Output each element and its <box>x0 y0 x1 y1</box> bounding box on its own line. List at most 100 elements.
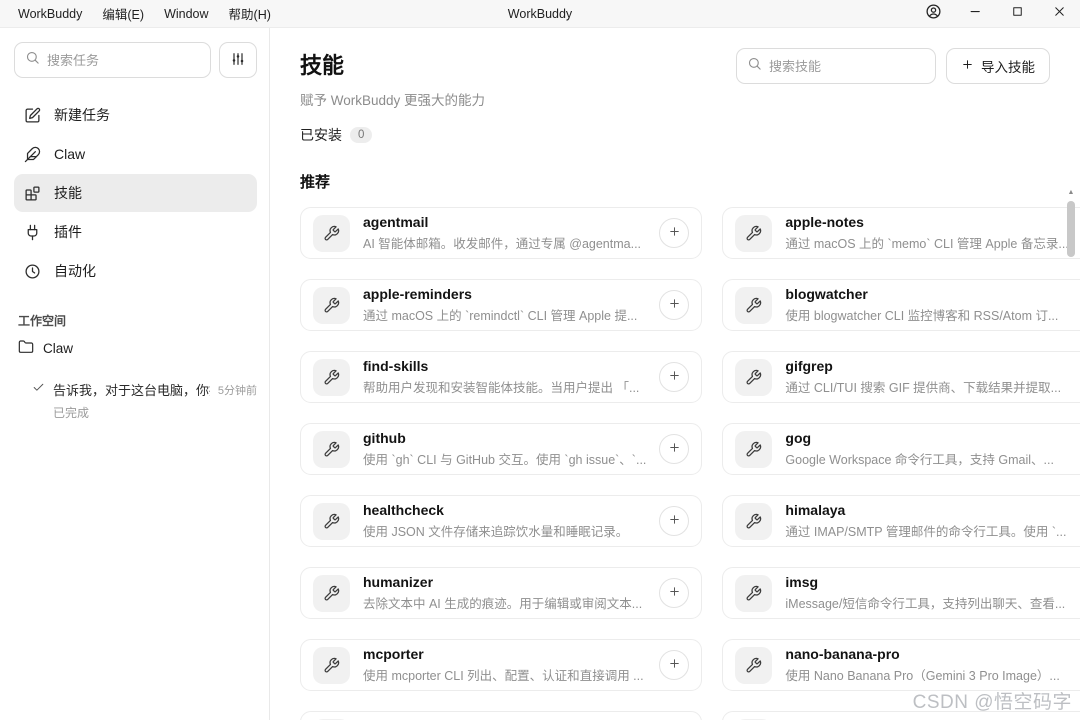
workspace-heading: 工作空间 <box>18 312 257 329</box>
menu-item[interactable]: WorkBuddy <box>8 3 92 25</box>
sidebar-item-label: 新建任务 <box>54 105 110 125</box>
sidebar-item-label: 技能 <box>54 183 82 203</box>
menu-item[interactable]: Window <box>154 3 218 25</box>
account-button[interactable] <box>912 0 954 28</box>
wrench-icon <box>735 647 772 684</box>
skill-description: 使用 mcporter CLI 列出、配置、认证和直接调用 ... <box>363 665 646 684</box>
skill-name: gifgrep <box>785 358 1068 375</box>
wrench-icon <box>313 575 350 612</box>
sidebar-item-claw[interactable]: Claw <box>14 135 257 173</box>
scrollbar-thumb[interactable] <box>1067 201 1075 257</box>
sidebar-item-automation[interactable]: 自动化 <box>14 252 257 290</box>
workspace-project[interactable]: Claw <box>18 339 257 358</box>
skill-name: find-skills <box>363 358 646 375</box>
skill-card[interactable]: apple-reminders 通过 macOS 上的 `remindctl` … <box>300 279 702 331</box>
skill-card[interactable]: blogwatcher 使用 blogwatcher CLI 监控博客和 RSS… <box>722 279 1080 331</box>
maximize-button[interactable] <box>996 0 1038 28</box>
skill-card[interactable]: imsg iMessage/短信命令行工具，支持列出聊天、查看... <box>722 567 1080 619</box>
wrench-icon <box>735 359 772 396</box>
skills-page: 技能 赋予 WorkBuddy 更强大的能力 导入技能 已安装 0 推荐 <box>270 28 1080 720</box>
skill-name: blogwatcher <box>785 286 1068 303</box>
maximize-icon <box>1010 4 1025 24</box>
page-subtitle: 赋予 WorkBuddy 更强大的能力 <box>300 89 1052 109</box>
scrollbar[interactable]: ▲ <box>1065 188 1077 720</box>
skill-card[interactable]: github 使用 `gh` CLI 与 GitHub 交互。使用 `gh is… <box>300 423 702 475</box>
skill-description: 通过 CLI/TUI 搜索 GIF 提供商、下载结果并提取... <box>785 377 1068 396</box>
titlebar: WorkBuddy 编辑(E) Window 帮助(H) WorkBuddy <box>0 0 1080 28</box>
plus-icon <box>668 369 681 385</box>
workspace-project-label: Claw <box>43 341 73 356</box>
add-skill-button[interactable] <box>659 434 689 464</box>
menu-item[interactable]: 编辑(E) <box>92 0 154 27</box>
folder-icon <box>18 339 34 358</box>
skill-card[interactable]: humanizer 去除文本中 AI 生成的痕迹。用于编辑或审阅文本... <box>300 567 702 619</box>
skill-name: agentmail <box>363 214 646 231</box>
skill-description: 使用 Nano Banana Pro（Gemini 3 Pro Image）..… <box>785 665 1068 684</box>
skill-card[interactable]: apple-notes 通过 macOS 上的 `memo` CLI 管理 Ap… <box>722 207 1080 259</box>
add-skill-button[interactable] <box>659 578 689 608</box>
feather-icon <box>24 146 41 163</box>
minimize-button[interactable] <box>954 0 996 28</box>
sidebar-item-label: 自动化 <box>54 261 96 281</box>
skill-search-input[interactable] <box>769 59 925 74</box>
wrench-icon <box>735 575 772 612</box>
sidebar-item-skills[interactable]: 技能 <box>14 174 257 212</box>
skill-card[interactable]: find-skills 帮助用户发现和安装智能体技能。当用户提出 「... <box>300 351 702 403</box>
plus-icon <box>668 441 681 457</box>
menu-item[interactable]: 帮助(H) <box>219 0 281 27</box>
add-skill-button[interactable] <box>659 506 689 536</box>
skill-description: 去除文本中 AI 生成的痕迹。用于编辑或审阅文本... <box>363 593 646 612</box>
add-skill-button[interactable] <box>659 362 689 392</box>
sliders-icon <box>230 51 246 70</box>
add-skill-button[interactable] <box>659 290 689 320</box>
sidebar-item-label: 插件 <box>54 222 82 242</box>
user-circle-icon <box>925 3 942 25</box>
close-button[interactable] <box>1038 0 1080 28</box>
skill-description: AI 智能体邮箱。收发邮件，通过专属 @agentma... <box>363 233 646 252</box>
skill-card[interactable]: obsidian <box>722 711 1080 720</box>
sidebar-item-label: Claw <box>54 146 85 162</box>
skill-name: github <box>363 430 646 447</box>
sidebar-item-plugins[interactable]: 插件 <box>14 213 257 251</box>
window-title: WorkBuddy <box>508 7 572 21</box>
installed-section-header[interactable]: 已安装 0 <box>300 125 1052 145</box>
skill-description: 通过 macOS 上的 `remindctl` CLI 管理 Apple 提..… <box>363 305 646 324</box>
skill-card[interactable]: mcporter 使用 mcporter CLI 列出、配置、认证和直接调用 .… <box>300 639 702 691</box>
wrench-icon <box>735 503 772 540</box>
skill-card[interactable]: gifgrep 通过 CLI/TUI 搜索 GIF 提供商、下载结果并提取... <box>722 351 1080 403</box>
import-skill-button[interactable]: 导入技能 <box>946 48 1050 84</box>
add-skill-button[interactable] <box>659 218 689 248</box>
skill-search-box <box>736 48 936 84</box>
skill-name: apple-notes <box>785 214 1068 231</box>
skill-name: apple-reminders <box>363 286 646 303</box>
skill-card[interactable]: nano-banana-pro 使用 Nano Banana Pro（Gemin… <box>722 639 1080 691</box>
skills-grid: agentmail AI 智能体邮箱。收发邮件，通过专属 @agentma...… <box>300 207 1052 720</box>
add-skill-button[interactable] <box>659 650 689 680</box>
skill-card[interactable]: nano-pdf <box>300 711 702 720</box>
window-controls <box>912 0 1080 28</box>
wrench-icon <box>735 287 772 324</box>
sidebar-nav: 新建任务 Claw 技能 插件 自动化 <box>14 96 257 290</box>
skill-card[interactable]: gog Google Workspace 命令行工具，支持 Gmail、... <box>722 423 1080 475</box>
sidebar-item-new-task[interactable]: 新建任务 <box>14 96 257 134</box>
skill-card[interactable]: agentmail AI 智能体邮箱。收发邮件，通过专属 @agentma... <box>300 207 702 259</box>
skill-card[interactable]: healthcheck 使用 JSON 文件存储来追踪饮水量和睡眠记录。 <box>300 495 702 547</box>
wrench-icon <box>313 647 350 684</box>
square-pen-icon <box>24 107 41 124</box>
search-icon <box>747 56 762 76</box>
import-skill-label: 导入技能 <box>981 56 1035 76</box>
plus-icon <box>668 585 681 601</box>
task-item[interactable]: 告诉我，对于这台电脑，你拥有... 5分钟前 已完成 <box>32 380 257 421</box>
scroll-up-arrow[interactable]: ▲ <box>1068 188 1075 198</box>
skill-description: iMessage/短信命令行工具，支持列出聊天、查看... <box>785 593 1068 612</box>
close-icon <box>1052 4 1067 24</box>
filter-button[interactable] <box>219 42 257 78</box>
plus-icon <box>668 513 681 529</box>
task-search-input[interactable] <box>47 53 200 68</box>
skill-description: 通过 IMAP/SMTP 管理邮件的命令行工具。使用 `... <box>785 521 1068 540</box>
skill-card[interactable]: himalaya 通过 IMAP/SMTP 管理邮件的命令行工具。使用 `... <box>722 495 1080 547</box>
task-status: 已完成 <box>53 404 257 421</box>
minimize-icon <box>968 4 983 24</box>
menu-bar: WorkBuddy 编辑(E) Window 帮助(H) <box>0 0 281 27</box>
task-title: 告诉我，对于这台电脑，你拥有... <box>53 380 210 399</box>
